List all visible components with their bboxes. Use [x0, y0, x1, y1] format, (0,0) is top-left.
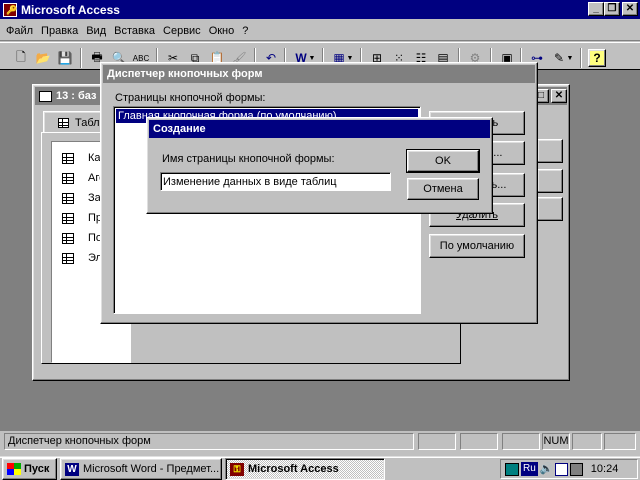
- menu-window[interactable]: Окно: [205, 22, 239, 40]
- access-titlebar[interactable]: 🔑 Microsoft Access _ ❐ ✕: [0, 0, 640, 19]
- table-icon: [62, 252, 74, 264]
- toolbar-separator: [580, 48, 582, 68]
- table-icon: [62, 212, 74, 224]
- tray-monitor-icon[interactable]: [569, 462, 583, 476]
- switchboard-titlebar[interactable]: Диспетчер кнопочных форм: [103, 65, 535, 83]
- status-pane-5: [572, 433, 602, 450]
- tray-network-icon[interactable]: [505, 462, 519, 476]
- ok-button[interactable]: OK: [406, 149, 480, 173]
- menu-bar: Файл Правка Вид Вставка Сервис Окно ?: [0, 21, 640, 41]
- tray-app-icon[interactable]: [554, 462, 568, 476]
- table-icon: [62, 172, 74, 184]
- switchboard-default-button[interactable]: По умолчанию: [429, 234, 525, 258]
- db-design-button[interactable]: [537, 169, 563, 193]
- toolbar-separator: [80, 48, 82, 68]
- status-num: NUM: [542, 433, 570, 450]
- table-icon: [62, 152, 74, 164]
- app-title: Microsoft Access: [21, 2, 120, 17]
- create-dialog: Создание Имя страницы кнопочной формы: O…: [146, 117, 493, 214]
- page-name-label: Имя страницы кнопочной формы:: [162, 153, 335, 165]
- menu-help[interactable]: ?: [238, 22, 252, 40]
- table-icon: [62, 192, 74, 204]
- menu-view[interactable]: Вид: [82, 22, 110, 40]
- menu-file[interactable]: Файл: [2, 22, 37, 40]
- cancel-button[interactable]: Отмена: [407, 178, 479, 200]
- new-icon[interactable]: 🗋: [10, 47, 32, 69]
- status-pane-3: [502, 433, 540, 450]
- tab-tables[interactable]: Табл: [43, 111, 103, 133]
- new-object-dropdown-icon[interactable]: ▼: [564, 47, 576, 69]
- table-icon: [62, 232, 74, 244]
- list-item[interactable]: Аге: [62, 168, 105, 188]
- close-button[interactable]: ✕: [622, 2, 638, 16]
- menu-tools[interactable]: Сервис: [159, 22, 205, 40]
- help-icon[interactable]: ?: [588, 49, 606, 67]
- create-dialog-titlebar[interactable]: Создание: [149, 120, 490, 138]
- status-bar: Диспетчер кнопочных форм NUM: [0, 431, 640, 456]
- menu-edit[interactable]: Правка: [37, 22, 82, 40]
- tab-tables-label: Табл: [75, 116, 100, 129]
- db-open-button[interactable]: [537, 139, 563, 163]
- start-button[interactable]: Пуск: [2, 458, 57, 480]
- start-label: Пуск: [24, 463, 50, 475]
- database-window-title: 13 : баз: [56, 90, 97, 102]
- db-new-button[interactable]: [537, 197, 563, 221]
- system-tray: Ru 🔊 10:24: [500, 459, 638, 479]
- status-text: Диспетчер кнопочных форм: [4, 433, 414, 450]
- table-icon: [58, 117, 69, 128]
- status-pane-2: [460, 433, 498, 450]
- taskbar: Пуск W Microsoft Word - Предмет... ⚿ Mic…: [0, 456, 640, 480]
- page-name-input[interactable]: [160, 172, 391, 191]
- status-pane-6: [604, 433, 636, 450]
- menu-insert[interactable]: Вставка: [110, 22, 159, 40]
- open-icon[interactable]: 📂: [32, 47, 54, 69]
- tray-volume-icon[interactable]: 🔊: [540, 463, 554, 476]
- access-key-icon: ⚿: [230, 462, 244, 476]
- windows-logo-icon: [7, 463, 21, 475]
- access-app-icon: 🔑: [3, 2, 17, 17]
- taskbar-access-button[interactable]: ⚿ Microsoft Access: [225, 458, 385, 480]
- restore-button[interactable]: ❐: [604, 2, 620, 16]
- list-item[interactable]: Кат: [62, 148, 105, 168]
- db-close-button[interactable]: ✕: [551, 89, 567, 103]
- language-indicator[interactable]: Ru: [521, 462, 538, 476]
- status-pane-1: [418, 433, 456, 450]
- minimize-button[interactable]: _: [588, 2, 604, 16]
- database-icon: [39, 90, 52, 102]
- switchboard-title: Диспетчер кнопочных форм: [107, 68, 263, 80]
- switchboard-pages-label: Страницы кнопочной формы:: [115, 92, 266, 104]
- word-icon: W: [65, 462, 79, 476]
- save-icon[interactable]: 💾: [54, 47, 76, 69]
- taskbar-word-button[interactable]: W Microsoft Word - Предмет...: [60, 458, 222, 480]
- create-dialog-title: Создание: [153, 123, 206, 135]
- clock: 10:24: [590, 463, 619, 475]
